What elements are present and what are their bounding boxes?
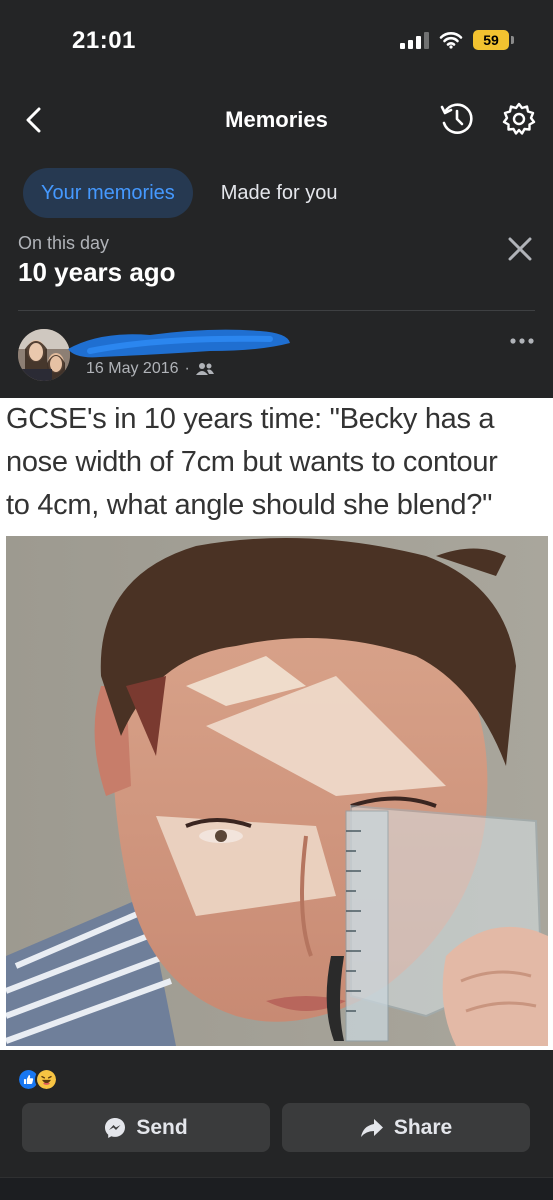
top-nav: Memories [0,95,553,147]
post-header: 16 May 2016 · [0,325,553,395]
gear-icon[interactable] [501,101,537,137]
more-options-icon[interactable] [509,335,535,347]
memories-tabs: Your memories Made for you [23,168,356,218]
post-meta: 16 May 2016 · [86,360,214,378]
send-label: Send [136,1115,188,1139]
redacted-author-name [68,329,290,358]
close-icon[interactable] [505,234,535,264]
status-icons: 59 [400,30,514,50]
share-arrow-icon [360,1118,383,1137]
signal-icon [400,31,429,49]
haha-icon [35,1068,58,1091]
status-bar: 21:01 59 [0,0,553,80]
caption-line: to 4cm, what angle should she blend?" [6,489,493,521]
years-ago-heading: 10 years ago [18,257,176,287]
share-button[interactable]: Share [282,1103,530,1152]
on-this-day-label: On this day [18,233,110,253]
share-label: Share [393,1115,453,1139]
messenger-icon [105,1117,126,1138]
history-icon[interactable] [439,101,475,137]
wifi-icon [439,32,463,49]
battery-icon: 59 [473,30,514,50]
post-image[interactable]: GCSE's in 10 years time: "Becky has a no… [0,398,553,1050]
reactions[interactable] [17,1068,58,1091]
friends-icon [195,363,214,375]
post-actions: Send Share [22,1103,530,1152]
post-date: 16 May 2016 [86,360,179,377]
tab-made-for-you[interactable]: Made for you [203,168,356,218]
send-button[interactable]: Send [22,1103,270,1152]
bottom-edge [0,1177,553,1200]
caption-line: nose width of 7cm but wants to contour [6,446,498,478]
meta-separator: · [184,360,190,377]
status-time: 21:01 [72,27,136,54]
meme-caption: GCSE's in 10 years time: "Becky has a no… [6,398,551,527]
divider [18,310,535,311]
tab-your-memories[interactable]: Your memories [23,168,193,218]
caption-line: GCSE's in 10 years time: "Becky has a [6,403,495,435]
meme-photo [6,536,548,1046]
